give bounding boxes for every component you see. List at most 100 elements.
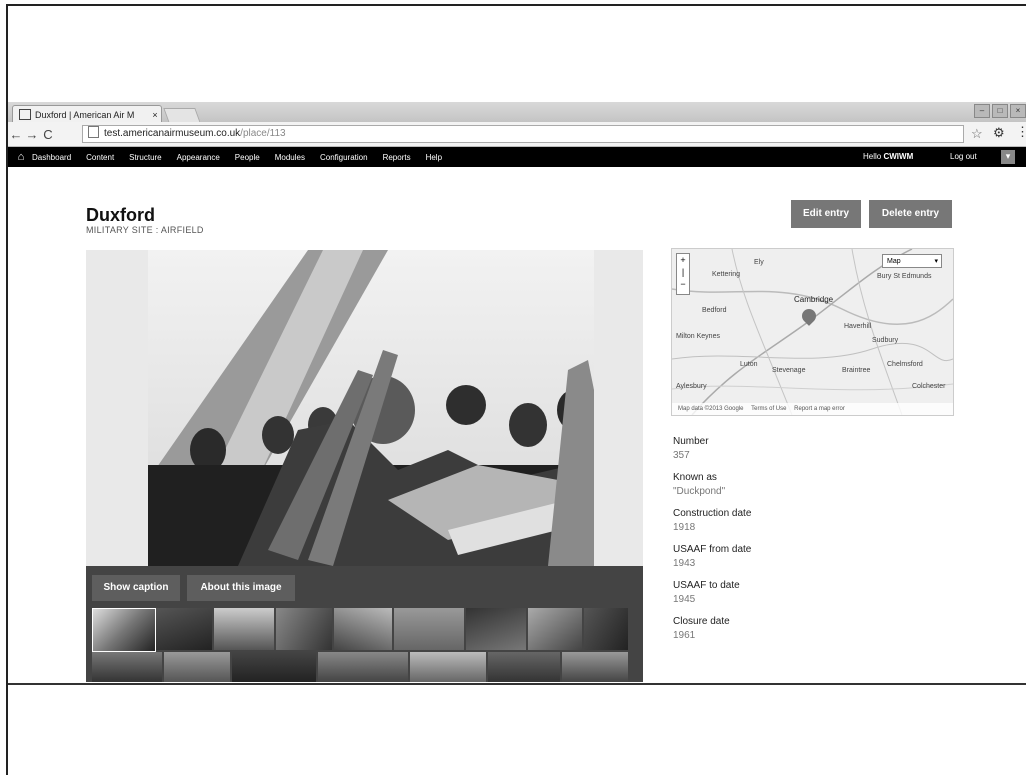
- detail-usaaf-to: USAAF to date 1945: [673, 580, 953, 608]
- toolbar-item-help[interactable]: Help: [426, 153, 442, 162]
- delete-entry-button[interactable]: Delete entry: [869, 200, 952, 228]
- new-tab-button[interactable]: [163, 108, 201, 123]
- map-report-link[interactable]: Report a map error: [794, 406, 845, 412]
- toolbar-item-structure[interactable]: Structure: [129, 153, 161, 162]
- logout-link[interactable]: Log out: [950, 152, 977, 161]
- hello-username: CWIWM: [883, 152, 914, 161]
- map-label: Milton Keynes: [676, 333, 720, 340]
- home-icon[interactable]: ⌂: [10, 151, 32, 163]
- thumbnail[interactable]: [156, 608, 212, 650]
- detail-value: "Duckpond": [673, 486, 726, 497]
- zoom-out-icon[interactable]: −: [677, 278, 689, 290]
- thumbnail[interactable]: [488, 652, 560, 682]
- gallery-strip: Show caption About this image: [86, 566, 643, 682]
- details-list: Number 357 Known as "Duckpond" Construct…: [673, 436, 953, 652]
- thumbnail[interactable]: [334, 608, 392, 650]
- browser-tab[interactable]: Duxford | American Air M ×: [12, 105, 162, 123]
- thumbnail[interactable]: [276, 608, 332, 650]
- map-type-select[interactable]: Map ▾: [882, 254, 942, 268]
- zoom-in-icon[interactable]: +: [677, 254, 689, 266]
- detail-value: 1961: [673, 630, 696, 641]
- slide-frame: Duxford | American Air M × – □ × ← → C t…: [6, 4, 1026, 775]
- map-label: Stevenage: [772, 367, 806, 374]
- detail-value: 1945: [673, 594, 696, 605]
- browser-screenshot: Duxford | American Air M × – □ × ← → C t…: [8, 102, 1026, 682]
- detail-label: Known as: [673, 472, 717, 483]
- thumbnail[interactable]: [466, 608, 526, 650]
- thumbnail[interactable]: [232, 652, 316, 682]
- reload-button[interactable]: C: [40, 127, 56, 142]
- minimize-icon[interactable]: –: [974, 104, 990, 118]
- bookmark-star-icon[interactable]: ☆: [971, 126, 983, 142]
- screenshot-bottom-edge: [8, 683, 1026, 685]
- tab-title: Duxford | American Air M: [35, 109, 135, 120]
- maximize-icon[interactable]: □: [992, 104, 1008, 118]
- hello-user[interactable]: Hello CWIWM: [863, 152, 913, 161]
- detail-label: Construction date: [673, 508, 752, 519]
- zoom-slider[interactable]: |: [677, 266, 689, 278]
- thumbnail[interactable]: [92, 652, 162, 682]
- map-label: Cambridge: [794, 295, 834, 304]
- page-icon: [88, 126, 99, 138]
- back-button[interactable]: ←: [8, 127, 24, 142]
- more-icon[interactable]: ⋮: [1016, 124, 1026, 140]
- map-zoom-control[interactable]: + | −: [676, 253, 690, 295]
- detail-known-as: Known as "Duckpond": [673, 472, 953, 500]
- toolbar-item-dashboard[interactable]: Dashboard: [32, 153, 71, 162]
- map-label: Bedford: [702, 307, 727, 314]
- thumbnail[interactable]: [164, 652, 230, 682]
- detail-label: USAAF from date: [673, 544, 752, 555]
- admin-toolbar: ⌂ Dashboard Content Structure Appearance…: [8, 147, 1026, 167]
- toolbar-item-reports[interactable]: Reports: [383, 153, 411, 162]
- thumbnail[interactable]: [528, 608, 582, 650]
- settings-icon[interactable]: ⚙: [993, 125, 1005, 141]
- thumbnail[interactable]: [394, 608, 464, 650]
- hello-prefix: Hello: [863, 152, 882, 161]
- thumbnail[interactable]: [214, 608, 274, 650]
- toolbar-item-modules[interactable]: Modules: [275, 153, 305, 162]
- show-caption-button[interactable]: Show caption: [92, 575, 180, 601]
- address-row: ← → C test.americanairmuseum.co.uk/place…: [8, 122, 1026, 147]
- page-title: Duxford: [86, 205, 155, 225]
- detail-value: 1918: [673, 522, 696, 533]
- edit-entry-button[interactable]: Edit entry: [791, 200, 861, 228]
- detail-closure-date: Closure date 1961: [673, 616, 953, 644]
- close-window-icon[interactable]: ×: [1010, 104, 1026, 118]
- map-label: Braintree: [842, 367, 871, 374]
- map-terms-link[interactable]: Terms of Use: [751, 406, 786, 412]
- detail-number: Number 357: [673, 436, 953, 464]
- toolbar-item-content[interactable]: Content: [86, 153, 114, 162]
- detail-label: USAAF to date: [673, 580, 740, 591]
- location-map[interactable]: + | − Map ▾ Ely Kettering Cambridge Bury…: [671, 248, 954, 416]
- toolbar-item-configuration[interactable]: Configuration: [320, 153, 368, 162]
- detail-value: 357: [673, 450, 690, 461]
- toolbar-item-appearance[interactable]: Appearance: [177, 153, 220, 162]
- map-data-notice: Map data ©2013 Google: [678, 406, 744, 412]
- thumbnail[interactable]: [410, 652, 486, 682]
- url-host: test.americanairmuseum.co.uk: [104, 128, 241, 139]
- forward-button[interactable]: →: [24, 127, 40, 142]
- about-image-button[interactable]: About this image: [187, 575, 295, 601]
- image-gallery: Show caption About this image: [86, 250, 643, 682]
- thumbnail[interactable]: [584, 608, 628, 650]
- favicon-icon: [19, 109, 31, 120]
- map-label: Bury St Edmunds: [877, 273, 932, 280]
- window-controls: – □ ×: [974, 104, 1026, 118]
- map-type-value: Map: [887, 258, 901, 265]
- toolbar-item-people[interactable]: People: [235, 153, 260, 162]
- map-label: Aylesbury: [676, 383, 707, 390]
- map-label: Kettering: [712, 271, 741, 278]
- thumbnail[interactable]: [562, 652, 628, 682]
- map-label: Sudbury: [872, 337, 899, 344]
- tab-bar: Duxford | American Air M × – □ ×: [8, 102, 1026, 123]
- thumbnail[interactable]: [318, 652, 408, 682]
- map-label: Colchester: [912, 383, 946, 390]
- url-path: /place/113: [240, 128, 286, 139]
- main-photo[interactable]: [148, 250, 594, 566]
- shortcuts-toggle-icon[interactable]: ▾: [1001, 150, 1015, 164]
- thumbnail-strip: [92, 608, 628, 682]
- page-content: Duxford MILITARY SITE : AIRFIELD Edit en…: [8, 168, 1026, 682]
- tab-close-icon[interactable]: ×: [149, 110, 161, 120]
- address-bar[interactable]: test.americanairmuseum.co.uk/place/113: [82, 125, 964, 143]
- thumbnail[interactable]: [92, 608, 156, 652]
